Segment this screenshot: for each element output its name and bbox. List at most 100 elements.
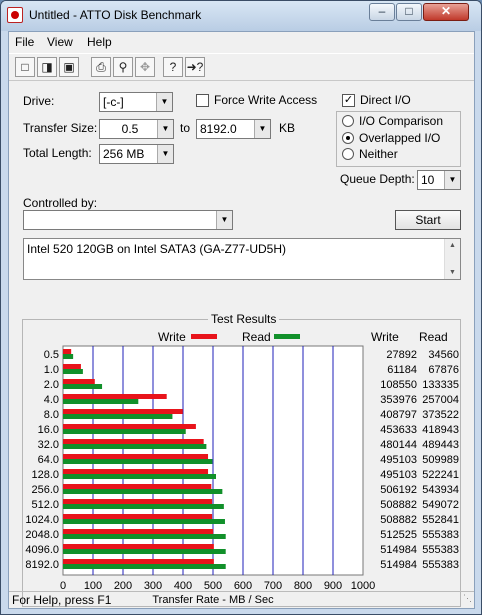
read-value: 555383	[422, 544, 459, 556]
total-length-select[interactable]: 256 MB ▼	[99, 144, 174, 164]
status-text: For Help, press F1	[12, 593, 112, 607]
read-value: 555383	[422, 529, 459, 541]
transfer-from-value: 0.5	[121, 122, 139, 136]
write-bar	[63, 469, 209, 474]
start-button[interactable]: Start	[395, 210, 461, 230]
write-value: 514984	[380, 559, 417, 571]
read-bar	[63, 444, 207, 449]
read-bar	[63, 474, 217, 479]
queue-depth-select[interactable]: 10 ▼	[417, 170, 461, 190]
write-value: 480144	[380, 439, 417, 451]
write-value: 408797	[380, 409, 417, 421]
title-bar: Untitled - ATTO Disk Benchmark – □ ✕	[1, 1, 481, 31]
scroll-down-icon[interactable]: ▼	[449, 269, 456, 276]
read-bar	[63, 399, 139, 404]
io-comparison-label: I/O Comparison	[359, 114, 444, 128]
chevron-down-icon[interactable]: ▼	[216, 211, 232, 229]
queue-depth-value: 10	[421, 173, 435, 187]
read-bar	[63, 414, 173, 419]
write-bar	[63, 454, 209, 459]
scroll-up-icon[interactable]: ▲	[449, 242, 456, 249]
write-value: 108550	[380, 379, 417, 391]
print-preview-icon[interactable]: ⚲	[113, 57, 133, 77]
description-field[interactable]: Intel 520 120GB on Intel SATA3 (GA-Z77-U…	[23, 238, 461, 280]
description-scrollbar[interactable]: ▲ ▼	[444, 239, 460, 279]
read-value: 34560	[428, 349, 459, 361]
read-value: 555383	[422, 559, 459, 571]
write-bar	[63, 424, 196, 429]
overlapped-io-radio[interactable]	[342, 132, 354, 144]
maximize-button[interactable]: □	[396, 3, 422, 21]
read-bar	[63, 549, 226, 554]
write-value: 495103	[380, 469, 417, 481]
menu-help[interactable]: Help	[87, 35, 112, 49]
close-button[interactable]: ✕	[423, 3, 469, 21]
chevron-down-icon[interactable]: ▼	[254, 120, 270, 138]
move-icon[interactable]: ✥	[135, 57, 155, 77]
write-bar	[63, 349, 72, 354]
read-value: 552841	[422, 514, 459, 526]
y-tick-label: 4096.0	[25, 544, 59, 556]
write-bar	[63, 484, 212, 489]
write-bar	[63, 529, 214, 534]
menu-file[interactable]: File	[15, 35, 34, 49]
open-icon[interactable]: ◨	[37, 57, 57, 77]
io-comparison-radio[interactable]	[342, 115, 354, 127]
y-tick-label: 0.5	[44, 349, 59, 361]
write-value: 495103	[380, 454, 417, 466]
chevron-down-icon[interactable]: ▼	[157, 120, 173, 138]
force-write-label: Force Write Access	[214, 93, 318, 107]
read-bar	[63, 504, 224, 509]
window-title: Untitled - ATTO Disk Benchmark	[29, 8, 202, 22]
y-tick-label: 512.0	[31, 499, 59, 511]
read-bar	[63, 429, 186, 434]
chevron-down-icon[interactable]: ▼	[444, 171, 460, 189]
read-bar	[63, 519, 225, 524]
transfer-rate-chart: 0 100 200 300 400 500 600 700 800 900 1000Transfer…	[25, 345, 459, 606]
chevron-down-icon[interactable]: ▼	[157, 145, 173, 163]
transfer-size-to-select[interactable]: 8192.0 ▼	[196, 119, 271, 139]
write-value: 27892	[386, 349, 417, 361]
read-bar	[63, 354, 74, 359]
y-tick-label: 32.0	[38, 439, 59, 451]
write-value: 453633	[380, 424, 417, 436]
print-icon[interactable]: ⎙	[91, 57, 111, 77]
write-value: 514984	[380, 544, 417, 556]
menu-view[interactable]: View	[47, 35, 73, 49]
save-icon[interactable]: ▣	[59, 57, 79, 77]
y-tick-label: 8.0	[44, 409, 59, 421]
total-length-label: Total Length:	[23, 146, 92, 160]
drive-select[interactable]: [-c-] ▼	[99, 92, 173, 112]
read-bar	[63, 564, 226, 569]
read-value: 67876	[428, 364, 459, 376]
neither-radio[interactable]	[342, 148, 354, 160]
y-tick-label: 4.0	[44, 394, 59, 406]
context-help-icon[interactable]: ➜?	[185, 57, 205, 77]
write-bar	[63, 439, 204, 444]
client-area: File View Help □ ◨ ▣ ⎙ ⚲ ✥ ? ➜? Drive: […	[8, 31, 475, 609]
queue-depth-label: Queue Depth:	[340, 172, 415, 186]
chevron-down-icon[interactable]: ▼	[156, 93, 172, 111]
settings-panel: Drive: [-c-] ▼ Force Write Access ✓ Dire…	[9, 82, 474, 607]
resize-grip-icon[interactable]: ⋱	[463, 590, 472, 607]
y-tick-label: 128.0	[31, 469, 59, 481]
new-icon[interactable]: □	[15, 57, 35, 77]
minimize-button[interactable]: –	[369, 3, 395, 21]
write-value: 508882	[380, 514, 417, 526]
read-value: 489443	[422, 439, 459, 451]
atto-app-icon	[7, 7, 23, 23]
overlapped-io-label: Overlapped I/O	[359, 131, 441, 145]
controlled-by-select[interactable]: ▼	[23, 210, 233, 230]
write-value: 61184	[387, 364, 417, 376]
write-bar	[63, 394, 167, 399]
transfer-size-from-select[interactable]: 0.5 ▼	[99, 119, 174, 139]
read-value: 418943	[422, 424, 459, 436]
force-write-checkbox[interactable]	[196, 94, 209, 107]
write-value: 512525	[380, 529, 417, 541]
drive-value: [-c-]	[103, 95, 124, 109]
direct-io-checkbox[interactable]: ✓	[342, 94, 355, 107]
help-icon[interactable]: ?	[163, 57, 183, 77]
start-label: Start	[415, 213, 441, 227]
write-value: 508882	[380, 499, 417, 511]
y-tick-label: 1.0	[44, 364, 59, 376]
